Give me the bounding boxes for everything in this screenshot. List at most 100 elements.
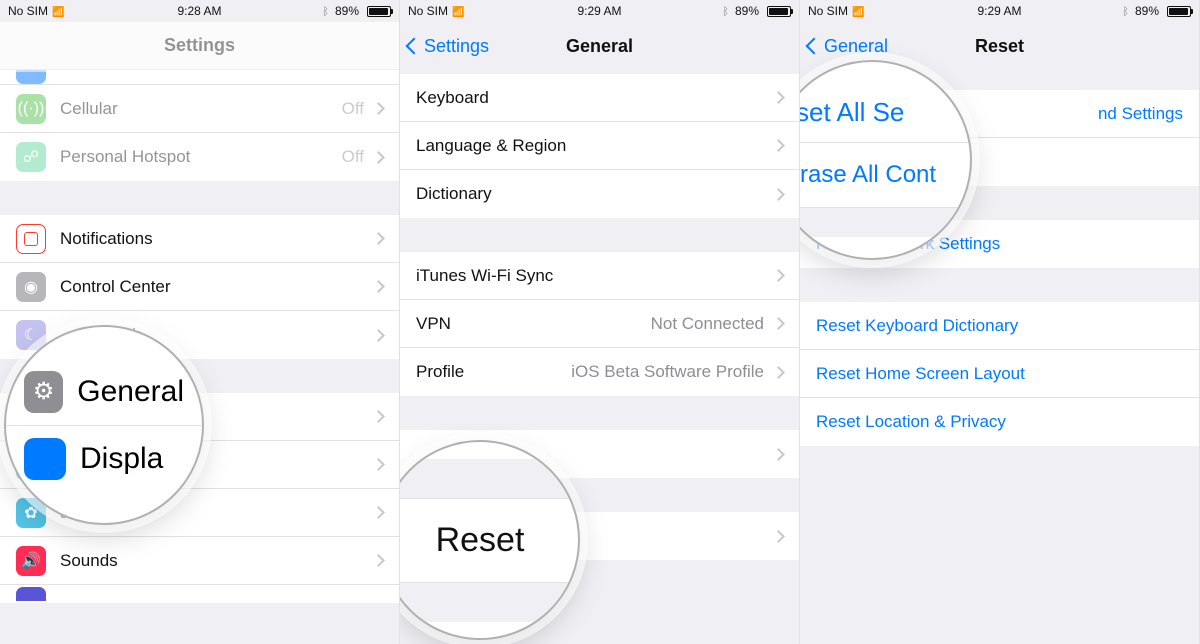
- row-reset-location-privacy[interactable]: Reset Location & Privacy: [800, 398, 1199, 446]
- cellular-icon: ((·)): [16, 94, 46, 124]
- chevron-right-icon: [372, 554, 385, 567]
- bluetooth-icon: [722, 4, 731, 18]
- battery-label: 89%: [735, 4, 759, 18]
- notifications-label: Notifications: [60, 229, 374, 249]
- vpn-label: VPN: [416, 314, 651, 334]
- mag-erase-label: Erase All Cont: [800, 143, 970, 207]
- chevron-right-icon: [772, 530, 785, 543]
- sounds-icon: 🔊: [16, 546, 46, 576]
- row-reset-home-layout[interactable]: Reset Home Screen Layout: [800, 350, 1199, 398]
- mag-reset-label: Reset: [400, 499, 578, 582]
- battery-icon: [1163, 6, 1191, 17]
- chevron-right-icon: [372, 506, 385, 519]
- row-profile[interactable]: Profile iOS Beta Software Profile: [400, 348, 799, 396]
- battery-label: 89%: [1135, 4, 1159, 18]
- status-time: 9:29 AM: [528, 4, 671, 18]
- page-title: General: [400, 36, 799, 57]
- row-control-center[interactable]: ◉ Control Center: [0, 263, 399, 311]
- page-title: Settings: [0, 35, 399, 56]
- status-bar: No SIM 9:29 AM 89%: [800, 0, 1199, 22]
- chevron-right-icon: [372, 232, 385, 245]
- chevron-right-icon: [372, 410, 385, 423]
- carrier-label: No SIM: [808, 4, 848, 18]
- bluetooth-icon: [322, 4, 331, 18]
- section-gap: [400, 396, 799, 430]
- row-reset-keyboard-dict[interactable]: Reset Keyboard Dictionary: [800, 302, 1199, 350]
- notifications-icon: [16, 224, 46, 254]
- chevron-right-icon: [772, 317, 785, 330]
- hotspot-value: Off: [342, 147, 364, 167]
- section-gap: [800, 268, 1199, 302]
- nav-bar: Settings General: [400, 22, 799, 70]
- chevron-right-icon: [372, 151, 385, 164]
- section-gap: [400, 218, 799, 252]
- hotspot-label: Personal Hotspot: [60, 147, 342, 167]
- mag-display-label: Displa: [80, 442, 163, 476]
- row-hotspot[interactable]: ☍ Personal Hotspot Off: [0, 133, 399, 181]
- row-vpn[interactable]: VPN Not Connected: [400, 300, 799, 348]
- chevron-right-icon: [772, 188, 785, 201]
- magnifier-general: ⚙ General Displa: [4, 325, 204, 525]
- chevron-right-icon: [772, 139, 785, 152]
- chevron-right-icon: [372, 102, 385, 115]
- chevron-right-icon: [772, 91, 785, 104]
- reset-home-label: Reset Home Screen Layout: [816, 364, 1183, 384]
- row-itunes-wifi-sync[interactable]: iTunes Wi-Fi Sync: [400, 252, 799, 300]
- mag-reset-all-label: set All Se: [800, 83, 970, 143]
- row-notifications[interactable]: Notifications: [0, 215, 399, 263]
- group-top-partial: [0, 70, 399, 85]
- dict-label: Dictionary: [416, 184, 774, 204]
- chevron-right-icon: [372, 329, 385, 342]
- battery-label: 89%: [335, 4, 359, 18]
- row-sounds[interactable]: 🔊 Sounds: [0, 537, 399, 585]
- control-center-icon: ◉: [16, 272, 46, 302]
- row-unknown-bottom[interactable]: [0, 585, 399, 603]
- profile-value: iOS Beta Software Profile: [476, 362, 764, 382]
- row-language-region[interactable]: Language & Region: [400, 122, 799, 170]
- chevron-right-icon: [772, 448, 785, 461]
- app-icon: [16, 70, 46, 84]
- app-icon: [16, 587, 46, 601]
- nav-bar: Settings: [0, 22, 399, 70]
- chevron-right-icon: [372, 458, 385, 471]
- vpn-value: Not Connected: [651, 314, 764, 334]
- status-time: 9:28 AM: [128, 4, 271, 18]
- row-unknown-top[interactable]: [0, 70, 399, 84]
- row-dictionary[interactable]: Dictionary: [400, 170, 799, 218]
- row-keyboard[interactable]: Keyboard: [400, 74, 799, 122]
- brightness-icon: [24, 438, 66, 480]
- cellular-label: Cellular: [60, 99, 342, 119]
- section-gap: [0, 181, 399, 215]
- gear-icon: ⚙: [24, 371, 63, 413]
- reset-keyboard-label: Reset Keyboard Dictionary: [816, 316, 1183, 336]
- status-time: 9:29 AM: [928, 4, 1071, 18]
- chevron-right-icon: [772, 366, 785, 379]
- profile-label: Profile: [416, 362, 464, 382]
- screen-general: No SIM 9:29 AM 89% Settings General Keyb…: [400, 0, 800, 644]
- lang-label: Language & Region: [416, 136, 774, 156]
- cellular-value: Off: [342, 99, 364, 119]
- wifi-icon: [452, 4, 464, 18]
- screen-settings: No SIM 9:28 AM 89% Settings ((·)) Cellul…: [0, 0, 400, 644]
- wifi-icon: [52, 4, 64, 18]
- control-center-label: Control Center: [60, 277, 374, 297]
- carrier-label: No SIM: [408, 4, 448, 18]
- mag-general-label: General: [77, 375, 184, 409]
- wifi-sync-label: iTunes Wi-Fi Sync: [416, 266, 774, 286]
- keyboard-label: Keyboard: [416, 88, 774, 108]
- chevron-right-icon: [372, 280, 385, 293]
- battery-icon: [363, 6, 391, 17]
- carrier-label: No SIM: [8, 4, 48, 18]
- chevron-right-icon: [772, 269, 785, 282]
- battery-icon: [763, 6, 791, 17]
- screen-reset: No SIM 9:29 AM 89% General Reset nd Sett…: [800, 0, 1200, 644]
- wifi-icon: [852, 4, 864, 18]
- bluetooth-icon: [1122, 4, 1131, 18]
- page-title: Reset: [800, 36, 1199, 57]
- status-bar: No SIM 9:29 AM 89%: [400, 0, 799, 22]
- hotspot-icon: ☍: [16, 142, 46, 172]
- sounds-label: Sounds: [60, 551, 374, 571]
- reset-all-partial-label: nd Settings: [1098, 104, 1183, 124]
- row-cellular[interactable]: ((·)) Cellular Off: [0, 85, 399, 133]
- reset-location-label: Reset Location & Privacy: [816, 412, 1183, 432]
